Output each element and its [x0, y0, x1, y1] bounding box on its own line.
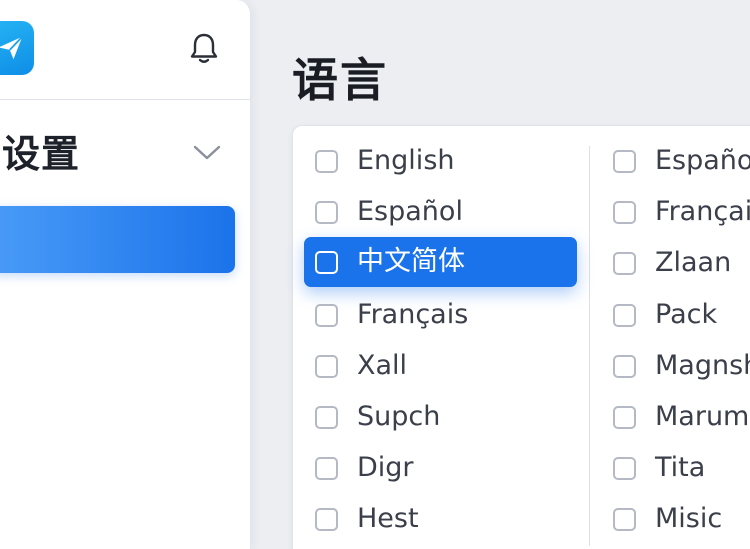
checkbox[interactable]: [315, 149, 338, 173]
page-title: 语言: [292, 53, 388, 107]
language-option[interactable]: Supch: [313, 392, 575, 442]
checkbox[interactable]: [315, 200, 338, 224]
language-label: English: [357, 145, 455, 176]
language-option[interactable]: English: [313, 136, 575, 186]
checkbox[interactable]: [315, 250, 338, 274]
paper-plane-icon[interactable]: [0, 21, 34, 75]
sidebar-item-language[interactable]: [0, 206, 235, 273]
sidebar: 设置: [0, 0, 251, 549]
language-option[interactable]: Español: [313, 187, 575, 237]
language-option[interactable]: Pack: [611, 290, 750, 340]
settings-section-header[interactable]: 设置: [0, 126, 236, 182]
language-option[interactable]: Maruma: [611, 392, 750, 442]
language-option[interactable]: Magnsh: [611, 341, 750, 391]
checkbox[interactable]: [613, 149, 636, 173]
language-option[interactable]: Tita: [611, 443, 750, 493]
language-option-selected[interactable]: 中文简体: [304, 237, 577, 287]
language-label: Français: [357, 299, 469, 330]
language-list-card: English Español 中文简体 Français Xall Supch…: [292, 125, 750, 549]
language-label: Misic: [655, 503, 723, 534]
checkbox[interactable]: [613, 200, 636, 224]
language-label: Español: [655, 145, 750, 176]
checkbox[interactable]: [315, 405, 338, 429]
language-label: Magnsh: [655, 350, 750, 381]
language-label: Maruma: [655, 401, 750, 432]
checkbox[interactable]: [315, 303, 338, 327]
language-label: Supch: [357, 401, 441, 432]
language-option[interactable]: Misic: [611, 494, 750, 544]
language-label: 中文简体: [357, 246, 465, 277]
language-option[interactable]: Español: [611, 136, 750, 186]
checkbox[interactable]: [315, 354, 338, 378]
sidebar-header: [0, 0, 250, 100]
language-label: Pack: [655, 299, 718, 330]
bell-icon[interactable]: [186, 30, 222, 68]
checkbox[interactable]: [613, 303, 636, 327]
language-label: Español: [357, 196, 463, 227]
chevron-down-icon[interactable]: [190, 138, 224, 168]
checkbox[interactable]: [613, 456, 636, 480]
language-label: Zlaan: [655, 247, 732, 278]
app-window: 设置 语言 English Español 中文简体 Français Xall…: [0, 0, 750, 549]
checkbox[interactable]: [613, 405, 636, 429]
checkbox[interactable]: [613, 507, 636, 531]
language-option[interactable]: Français: [313, 290, 575, 340]
column-divider: [589, 146, 590, 546]
language-label: Français: [655, 196, 750, 227]
language-label: Hest: [357, 503, 419, 534]
settings-section-title: 设置: [2, 132, 81, 176]
language-label: Digr: [357, 452, 414, 483]
checkbox[interactable]: [613, 251, 636, 275]
language-option[interactable]: Zlaan: [611, 238, 750, 288]
checkbox[interactable]: [315, 456, 338, 480]
language-option[interactable]: Français: [611, 187, 750, 237]
language-option[interactable]: Hest: [313, 494, 575, 544]
checkbox[interactable]: [315, 507, 338, 531]
checkbox[interactable]: [613, 354, 636, 378]
language-label: Tita: [655, 452, 706, 483]
language-option[interactable]: Xall: [313, 341, 575, 391]
language-label: Xall: [357, 350, 408, 381]
language-option[interactable]: Digr: [313, 443, 575, 493]
